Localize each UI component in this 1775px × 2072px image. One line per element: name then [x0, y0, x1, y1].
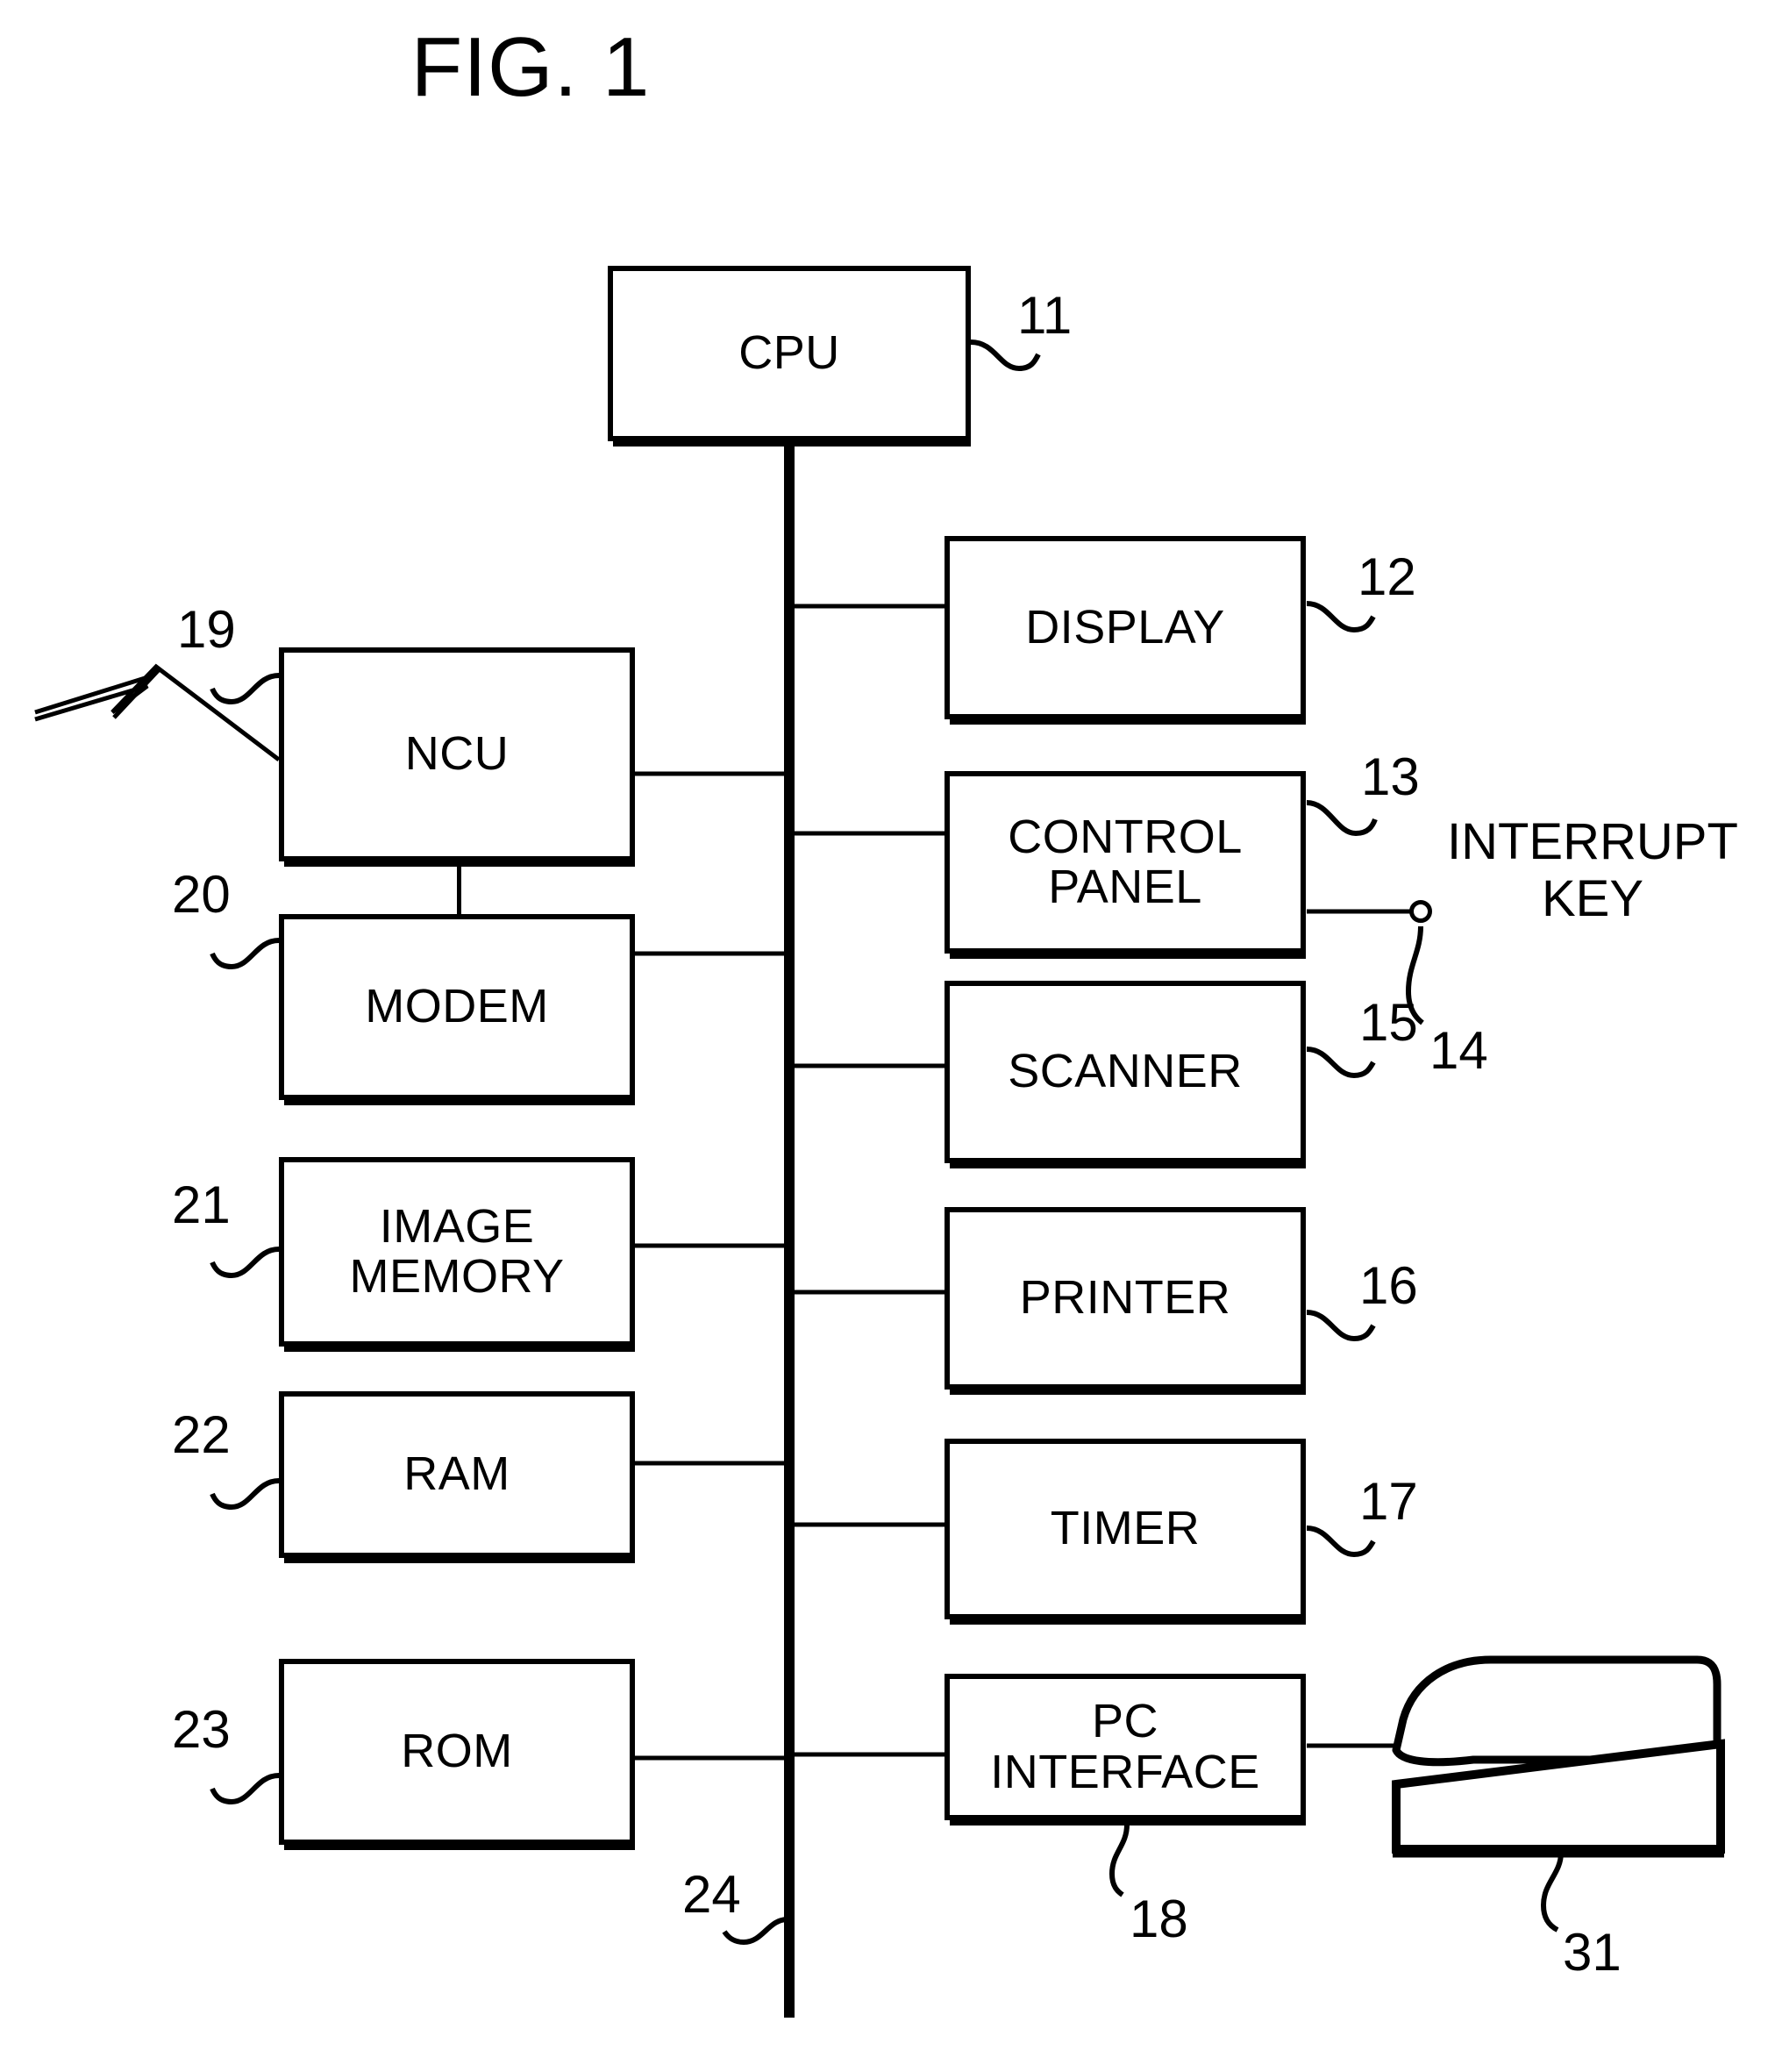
pc-interface-block[interactable]: PC INTERFACE [945, 1674, 1306, 1826]
display-block[interactable]: DISPLAY [945, 536, 1306, 725]
ref-number-control-panel: 13 [1361, 747, 1420, 806]
rom-block-label: ROM [401, 1725, 513, 1778]
leader-personal-computer [1540, 1852, 1564, 1933]
image-memory-label-line2: MEMORY [349, 1250, 565, 1303]
pc-interface-label-line2: INTERFACE [990, 1745, 1260, 1798]
leader-timer [1306, 1525, 1376, 1558]
ref-number-ram: 22 [172, 1405, 231, 1464]
ncu-block-label: NCU [404, 727, 510, 781]
ncu-modem-connector [457, 860, 461, 914]
telephone-line-zigzag [34, 667, 161, 719]
leader-cpu [970, 339, 1041, 372]
interrupt-key-label-line2: KEY [1542, 869, 1644, 927]
timer-block-label: TIMER [1050, 1502, 1201, 1555]
printer-block[interactable]: PRINTER [945, 1207, 1306, 1395]
leader-pc-interface [1108, 1824, 1130, 1897]
image-memory-block[interactable]: IMAGE MEMORY [279, 1157, 635, 1352]
display-block-label: DISPLAY [1025, 600, 1225, 654]
scanner-block-label: SCANNER [1008, 1045, 1243, 1098]
modem-block[interactable]: MODEM [279, 914, 635, 1105]
leader-control-panel [1306, 800, 1378, 837]
telephone-line [34, 663, 281, 761]
ref-number-image-memory: 21 [172, 1175, 231, 1234]
personal-computer-base [1392, 1739, 1725, 1854]
cpu-block[interactable]: CPU [608, 266, 971, 447]
ram-block-label: RAM [403, 1447, 510, 1501]
pc-interface-label-line1: PC [1091, 1695, 1158, 1748]
ref-number-personal-computer: 31 [1563, 1923, 1622, 1982]
ram-block[interactable]: RAM [279, 1391, 635, 1563]
rom-block[interactable]: ROM [279, 1659, 635, 1850]
cpu-block-label: CPU [738, 326, 840, 380]
leader-rom [210, 1773, 280, 1805]
ref-number-modem: 20 [172, 865, 231, 924]
control-panel-label-line1: CONTROL [1008, 810, 1243, 863]
scanner-block[interactable]: SCANNER [945, 981, 1306, 1168]
leader-ram [210, 1478, 280, 1511]
leader-image-memory [210, 1247, 280, 1279]
ref-number-rom: 23 [172, 1700, 231, 1759]
ref-number-ncu: 19 [177, 600, 236, 659]
leader-printer [1306, 1310, 1376, 1342]
ref-number-interrupt-key: 14 [1429, 1021, 1488, 1080]
ref-number-pc-interface: 18 [1130, 1890, 1188, 1948]
modem-block-label: MODEM [365, 980, 549, 1033]
ref-number-printer: 16 [1359, 1256, 1418, 1315]
ref-number-scanner: 15 [1359, 993, 1418, 1052]
ncu-block[interactable]: NCU [279, 647, 635, 867]
leader-scanner [1306, 1047, 1376, 1079]
leader-display [1306, 601, 1376, 633]
control-panel-block[interactable]: CONTROL PANEL [945, 771, 1306, 959]
personal-computer-lid [1392, 1655, 1722, 1767]
leader-modem [210, 938, 280, 970]
timer-block[interactable]: TIMER [945, 1439, 1306, 1625]
interrupt-key-label: INTERRUPT KEY [1447, 813, 1738, 928]
ref-number-display: 12 [1358, 547, 1416, 606]
patent-figure-page: FIG. 1 CPU DISPLAY CONTROL PANEL SCANNER… [0, 0, 1775, 2072]
printer-block-label: PRINTER [1019, 1271, 1231, 1325]
figure-title: FIG. 1 [410, 20, 651, 114]
image-memory-label-line1: IMAGE [379, 1199, 535, 1253]
interrupt-key-label-line1: INTERRUPT [1447, 813, 1738, 870]
control-panel-label-line2: PANEL [1048, 861, 1202, 913]
ref-number-timer: 17 [1359, 1472, 1418, 1531]
leader-ncu [210, 673, 280, 705]
ref-number-cpu: 11 [1017, 286, 1073, 345]
ref-number-bus: 24 [682, 1865, 741, 1924]
interrupt-key-terminal-icon[interactable] [1409, 900, 1432, 923]
